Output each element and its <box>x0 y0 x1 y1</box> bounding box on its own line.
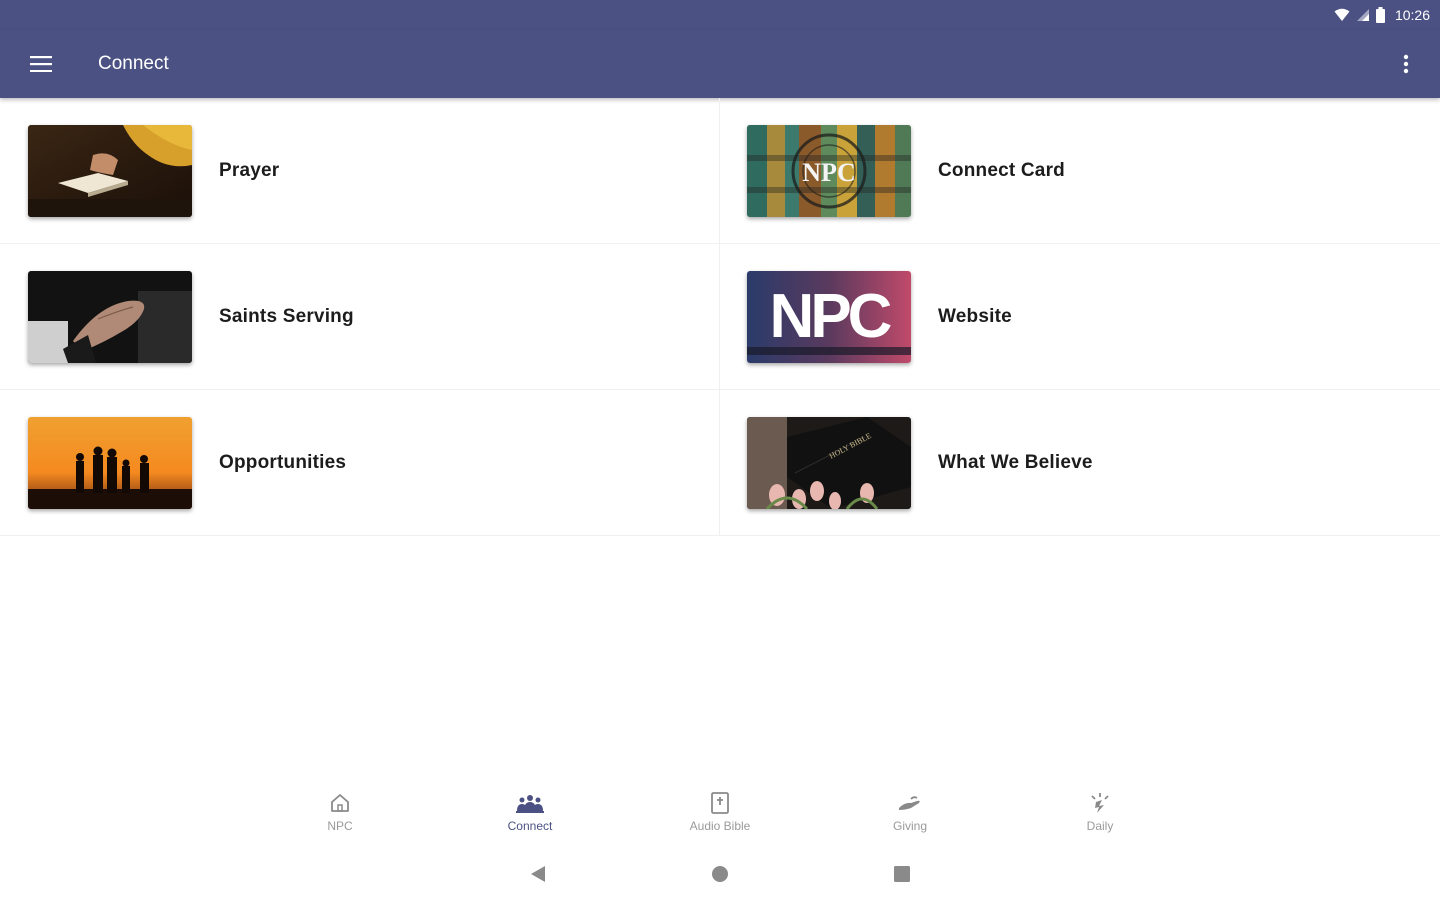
nav-label: Daily <box>1086 819 1114 833</box>
wifi-icon <box>1334 8 1350 22</box>
daily-spark-icon <box>1091 793 1109 813</box>
nav-tab-audio-bible[interactable]: Audio Bible <box>625 786 815 846</box>
connect-item-saints-serving[interactable]: Saints Serving <box>0 244 720 390</box>
connect-item-label: Connect Card <box>938 159 1065 181</box>
connect-item-what-we-believe[interactable]: HOLY BIBLE What We Believe <box>720 390 1440 536</box>
page-title: Connect <box>98 53 169 74</box>
connect-item-prayer[interactable]: Prayer <box>0 98 720 244</box>
more-vertical-icon <box>1403 54 1409 74</box>
home-icon <box>331 794 349 812</box>
nav-tab-giving[interactable]: Giving <box>815 786 1005 846</box>
connect-grid: Prayer NPC Connect Card Saints Serving N… <box>0 98 1440 536</box>
prayer-bible-photo <box>28 124 192 217</box>
connect-item-label: Website <box>938 305 1012 327</box>
bottom-navigation: NPC Connect Audio Bible Giving Daily <box>245 786 1195 846</box>
nav-tab-npc[interactable]: NPC <box>245 786 435 846</box>
connect-item-label: Prayer <box>219 159 280 181</box>
system-navigation-bar <box>0 852 1440 896</box>
nav-label: NPC <box>327 819 353 833</box>
connect-item-opportunities[interactable]: Opportunities <box>0 390 720 536</box>
holy-bible-tulips-photo: HOLY BIBLE <box>747 416 911 509</box>
status-time: 10:26 <box>1394 7 1430 23</box>
connect-item-label: Opportunities <box>219 451 347 473</box>
connect-item-connect-card[interactable]: NPC Connect Card <box>720 98 1440 244</box>
connect-item-label: What We Believe <box>938 451 1093 473</box>
app-bar: Connect <box>0 30 1440 98</box>
connect-item-label: Saints Serving <box>219 305 354 327</box>
group-icon <box>516 795 544 813</box>
sunset-family-photo <box>28 416 192 509</box>
bible-icon <box>711 792 729 814</box>
battery-icon <box>1375 7 1385 23</box>
npc-logo-wood-photo: NPC <box>747 124 911 217</box>
status-bar: 10:26 <box>0 0 1440 30</box>
overflow-menu-button[interactable] <box>1382 36 1430 92</box>
system-home-button[interactable] <box>690 852 750 896</box>
open-hand-photo <box>28 270 192 363</box>
signal-icon <box>1356 8 1370 22</box>
home-circle-icon <box>712 866 728 882</box>
nav-label: Connect <box>507 819 553 833</box>
svg-text:NPC: NPC <box>802 158 855 187</box>
npc-logo-photo: NPC <box>747 270 911 363</box>
navigation-menu-button[interactable] <box>13 36 69 92</box>
back-triangle-icon <box>531 866 545 882</box>
system-recents-button[interactable] <box>872 852 932 896</box>
nav-label: Audio Bible <box>689 819 751 833</box>
nav-tab-daily[interactable]: Daily <box>1005 786 1195 846</box>
connect-item-website[interactable]: NPC Website <box>720 244 1440 390</box>
system-back-button[interactable] <box>508 852 568 896</box>
recents-square-icon <box>894 866 910 882</box>
nav-label: Giving <box>892 819 927 833</box>
nav-tab-connect[interactable]: Connect <box>435 786 625 846</box>
giving-hand-icon <box>899 796 920 810</box>
hamburger-menu-icon <box>30 56 52 72</box>
svg-text:NPC: NPC <box>770 282 892 351</box>
